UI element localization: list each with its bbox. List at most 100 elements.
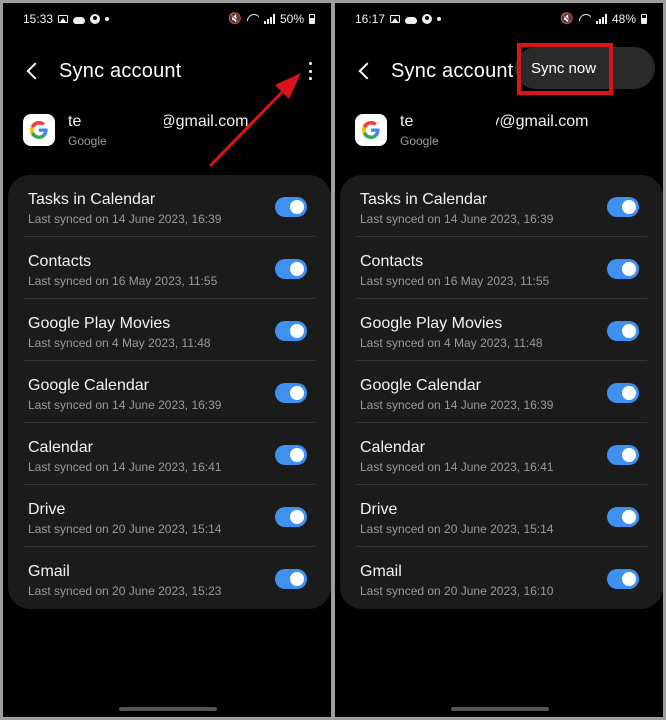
google-logo-icon (355, 114, 387, 146)
sync-item-drive[interactable]: Drive Last synced on 20 June 2023, 15:14 (356, 485, 647, 547)
sync-toggle[interactable] (607, 197, 639, 217)
redaction-box (84, 110, 164, 133)
account-provider: Google (400, 133, 439, 148)
sync-toggle[interactable] (275, 383, 307, 403)
sync-toggle[interactable] (275, 321, 307, 341)
status-time: 16:17 (355, 12, 386, 26)
sync-item-title: Tasks in Calendar (360, 191, 488, 208)
sync-item-tasks-in-calendar[interactable]: Tasks in Calendar Last synced on 14 June… (356, 175, 647, 237)
page-title: Sync account (59, 59, 182, 82)
sync-item-title: Contacts (360, 253, 424, 270)
sync-item-title: Contacts (28, 253, 92, 270)
account-email: te @gmail.com (68, 110, 249, 133)
sync-item-title: Gmail (28, 563, 70, 580)
sync-item-title: Google Play Movies (360, 315, 503, 332)
google-logo-icon (23, 114, 55, 146)
sync-item-last-synced: Last synced on 16 May 2023, 11:55 (28, 274, 218, 288)
sync-toggle[interactable] (275, 507, 307, 527)
home-indicator[interactable] (119, 707, 217, 711)
page-title: Sync account (391, 59, 514, 82)
sync-item-title: Google Calendar (360, 377, 481, 394)
signal-icon (595, 14, 607, 24)
sync-toggle[interactable] (607, 321, 639, 341)
back-arrow-icon[interactable] (355, 60, 377, 82)
account-email: te y@gmail.com (400, 110, 589, 133)
sync-item-gmail[interactable]: Gmail Last synced on 20 June 2023, 16:10 (356, 547, 647, 609)
back-arrow-icon[interactable] (23, 60, 45, 82)
sync-item-title: Google Play Movies (28, 315, 171, 332)
sync-item-tasks-in-calendar[interactable]: Tasks in Calendar Last synced on 14 June… (24, 175, 315, 237)
screenshot-left: 15:33 🔇 50% Sync account te @gmail.com G… (3, 3, 331, 717)
sync-items-list: Tasks in Calendar Last synced on 14 June… (8, 175, 331, 609)
sync-item-google-calendar[interactable]: Google Calendar Last synced on 14 June 2… (24, 361, 315, 423)
account-info: te y@gmail.com Google (355, 107, 653, 153)
sync-item-google-play-movies[interactable]: Google Play Movies Last synced on 4 May … (24, 299, 315, 361)
sync-item-last-synced: Last synced on 20 June 2023, 15:14 (28, 522, 222, 536)
gallery-icon (390, 15, 401, 23)
more-options-icon[interactable] (307, 61, 313, 81)
status-bar: 16:17 🔇 48% (355, 11, 647, 27)
sync-item-last-synced: Last synced on 20 June 2023, 16:10 (360, 584, 554, 598)
sync-item-title: Calendar (28, 439, 93, 456)
sync-item-gmail[interactable]: Gmail Last synced on 20 June 2023, 15:23 (24, 547, 315, 609)
cloud-icon (73, 16, 86, 24)
status-time: 15:33 (23, 12, 54, 26)
sync-item-google-play-movies[interactable]: Google Play Movies Last synced on 4 May … (356, 299, 647, 361)
sync-item-title: Google Calendar (28, 377, 149, 394)
sync-item-last-synced: Last synced on 16 May 2023, 11:55 (360, 274, 550, 288)
account-icon (422, 14, 433, 24)
more-notifications-icon (437, 17, 442, 21)
sync-item-drive[interactable]: Drive Last synced on 20 June 2023, 15:14 (24, 485, 315, 547)
sync-item-title: Drive (28, 501, 66, 518)
redaction-box (416, 110, 496, 133)
account-icon (90, 14, 101, 24)
app-header: Sync account (19, 55, 315, 87)
battery-icon (641, 14, 647, 24)
gallery-icon (58, 15, 69, 23)
sync-item-last-synced: Last synced on 20 June 2023, 15:23 (28, 584, 222, 598)
cloud-icon (405, 16, 418, 24)
sync-toggle[interactable] (275, 197, 307, 217)
account-provider: Google (68, 133, 107, 148)
sync-toggle[interactable] (607, 507, 639, 527)
sync-item-last-synced: Last synced on 14 June 2023, 16:41 (28, 460, 222, 474)
wifi-icon (247, 14, 259, 24)
battery-icon (309, 14, 315, 24)
sync-toggle[interactable] (275, 445, 307, 465)
sync-item-title: Tasks in Calendar (28, 191, 156, 208)
sync-item-last-synced: Last synced on 14 June 2023, 16:39 (28, 398, 222, 412)
sync-toggle[interactable] (607, 445, 639, 465)
sync-item-calendar[interactable]: Calendar Last synced on 14 June 2023, 16… (24, 423, 315, 485)
sync-item-title: Calendar (360, 439, 425, 456)
sync-item-contacts[interactable]: Contacts Last synced on 16 May 2023, 11:… (24, 237, 315, 299)
wifi-icon (579, 14, 591, 24)
sync-toggle[interactable] (275, 569, 307, 589)
sync-toggle[interactable] (607, 383, 639, 403)
mute-icon: 🔇 (228, 12, 242, 25)
sync-item-last-synced: Last synced on 14 June 2023, 16:39 (360, 212, 554, 226)
sync-item-calendar[interactable]: Calendar Last synced on 14 June 2023, 16… (356, 423, 647, 485)
account-info: te @gmail.com Google (23, 107, 321, 153)
sync-item-contacts[interactable]: Contacts Last synced on 16 May 2023, 11:… (356, 237, 647, 299)
sync-toggle[interactable] (607, 259, 639, 279)
sync-item-title: Gmail (360, 563, 402, 580)
sync-item-last-synced: Last synced on 4 May 2023, 11:48 (28, 336, 211, 350)
sync-toggle[interactable] (275, 259, 307, 279)
sync-item-google-calendar[interactable]: Google Calendar Last synced on 14 June 2… (356, 361, 647, 423)
sync-item-last-synced: Last synced on 14 June 2023, 16:41 (360, 460, 554, 474)
more-notifications-icon (105, 17, 110, 21)
sync-item-last-synced: Last synced on 14 June 2023, 16:39 (360, 398, 554, 412)
sync-items-list: Tasks in Calendar Last synced on 14 June… (340, 175, 663, 609)
annotation-highlight-box (517, 43, 613, 95)
sync-toggle[interactable] (607, 569, 639, 589)
screenshot-right: 16:17 🔇 48% Sync account Sync now te y@g… (335, 3, 663, 717)
sync-item-title: Drive (360, 501, 398, 518)
sync-item-last-synced: Last synced on 4 May 2023, 11:48 (360, 336, 543, 350)
home-indicator[interactable] (451, 707, 549, 711)
sync-item-last-synced: Last synced on 14 June 2023, 16:39 (28, 212, 222, 226)
sync-item-last-synced: Last synced on 20 June 2023, 15:14 (360, 522, 554, 536)
battery-percent: 48% (611, 12, 636, 26)
battery-percent: 50% (279, 12, 304, 26)
signal-icon (263, 14, 275, 24)
mute-icon: 🔇 (560, 12, 574, 25)
